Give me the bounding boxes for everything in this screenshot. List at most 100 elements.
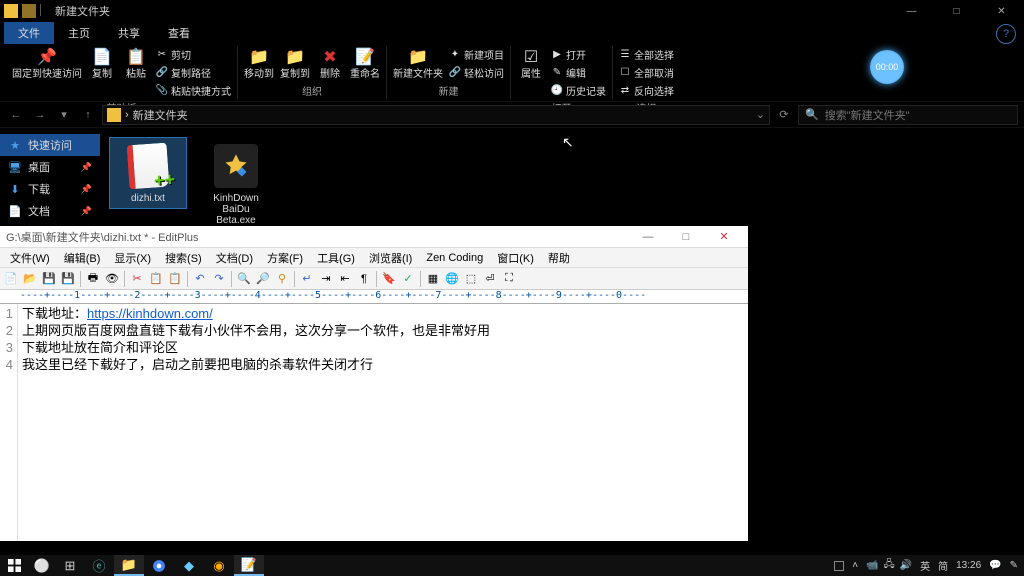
- sidebar-item-desktop[interactable]: 🖥桌面📌: [0, 156, 100, 178]
- copy-button[interactable]: 📄 复制: [88, 46, 116, 80]
- newitem-button[interactable]: ✦新建项目: [449, 46, 504, 63]
- ime-mode[interactable]: 简: [938, 558, 948, 573]
- indent-button[interactable]: ⇥: [317, 270, 335, 288]
- outdent-button[interactable]: ⇤: [336, 270, 354, 288]
- search-input[interactable]: 🔍 搜索"新建文件夹": [798, 105, 1018, 125]
- column-button[interactable]: ▦: [424, 270, 442, 288]
- sidebar-item-downloads[interactable]: ⬇下载📌: [0, 178, 100, 200]
- menu-file[interactable]: 文件(W): [4, 248, 56, 268]
- open-button[interactable]: ▶打开: [551, 46, 606, 63]
- copypath-button[interactable]: 🔗复制路径: [156, 64, 231, 81]
- menu-view[interactable]: 显示(X): [108, 248, 157, 268]
- paste-shortcut-button[interactable]: 📎粘贴快捷方式: [156, 82, 231, 99]
- comment-button[interactable]: ¶: [355, 270, 373, 288]
- wrap-button[interactable]: ↵: [298, 270, 316, 288]
- editor-text[interactable]: 下载地址：https://kinhdown.com/ 上期网页版百度网盘直链下载…: [18, 304, 748, 541]
- start-button[interactable]: [0, 555, 28, 576]
- refresh-button[interactable]: ⟳: [774, 105, 794, 125]
- close-button[interactable]: ✕: [706, 228, 742, 246]
- invert-button[interactable]: ⇄反向选择: [619, 82, 674, 99]
- newfolder-button[interactable]: 📁新建文件夹: [393, 46, 443, 80]
- clock[interactable]: 13:26: [956, 560, 981, 571]
- cut-button[interactable]: ✂剪切: [156, 46, 231, 63]
- replace-button[interactable]: ⚲: [273, 270, 291, 288]
- pen-icon[interactable]: ✎: [1010, 560, 1018, 571]
- tab-home[interactable]: 主页: [54, 22, 104, 44]
- redo-button[interactable]: ↷: [210, 270, 228, 288]
- save-button[interactable]: 💾: [40, 270, 58, 288]
- taskbar-app1[interactable]: ◆: [174, 555, 204, 576]
- menu-zencoding[interactable]: Zen Coding: [420, 250, 489, 266]
- minimize-button[interactable]: —: [630, 228, 666, 246]
- find-button[interactable]: 🔍: [235, 270, 253, 288]
- menu-project[interactable]: 方案(F): [261, 248, 309, 268]
- menu-edit[interactable]: 编辑(B): [58, 248, 107, 268]
- help-button[interactable]: ?: [996, 24, 1016, 44]
- pin-to-quick-button[interactable]: 📌 固定到快速访问: [12, 46, 82, 80]
- hex-button[interactable]: ⬚: [462, 270, 480, 288]
- paste-button[interactable]: 📋 粘贴: [122, 46, 150, 80]
- moveto-button[interactable]: 📁移动到: [244, 46, 274, 80]
- taskview-button[interactable]: ⊞: [56, 555, 84, 576]
- minimize-button[interactable]: —: [889, 0, 934, 22]
- taskbar-edge[interactable]: ⓔ: [84, 555, 114, 576]
- easyaccess-button[interactable]: 🔗轻松访问: [449, 64, 504, 81]
- qat-icon[interactable]: [22, 4, 36, 18]
- breadcrumb[interactable]: 新建文件夹: [133, 107, 188, 123]
- tray-volume-icon[interactable]: 🔊: [900, 560, 912, 571]
- tray-hidden-button[interactable]: [834, 555, 844, 576]
- properties-button[interactable]: ☑属性: [517, 46, 545, 80]
- file-kinhdown-exe[interactable]: KinhDown BaiDu Beta.exe: [198, 138, 274, 230]
- search-button[interactable]: ⚪: [28, 555, 56, 576]
- ime-lang[interactable]: 英: [920, 558, 930, 573]
- menu-window[interactable]: 窗口(K): [491, 248, 540, 268]
- wordwrap-button[interactable]: ⏎: [481, 270, 499, 288]
- history-button[interactable]: 🕘历史记录: [551, 82, 606, 99]
- paste-button[interactable]: 📋: [166, 270, 184, 288]
- selectnone-button[interactable]: ☐全部取消: [619, 64, 674, 81]
- address-bar[interactable]: › 新建文件夹 ⌄: [102, 105, 770, 125]
- nav-back-button[interactable]: ←: [6, 105, 26, 125]
- undo-button[interactable]: ↶: [191, 270, 209, 288]
- nav-up-button[interactable]: ↑: [78, 105, 98, 125]
- taskbar-app2[interactable]: ◉: [204, 555, 234, 576]
- sidebar-item-documents[interactable]: 📄文档📌: [0, 200, 100, 222]
- rename-button[interactable]: 📝重命名: [350, 46, 380, 80]
- tray-camera-icon[interactable]: 📹: [866, 560, 878, 571]
- nav-recent-button[interactable]: ▾: [54, 105, 74, 125]
- spell-button[interactable]: ✓: [399, 270, 417, 288]
- new-file-button[interactable]: 📄: [2, 270, 20, 288]
- edit-button[interactable]: ✎编辑: [551, 64, 606, 81]
- saveall-button[interactable]: 💾: [59, 270, 77, 288]
- action-center-button[interactable]: 💬: [989, 560, 1001, 571]
- sidebar-item-quick[interactable]: ★快速访问: [0, 134, 100, 156]
- recording-indicator[interactable]: 00:00: [870, 50, 904, 84]
- bookmark-button[interactable]: 🔖: [380, 270, 398, 288]
- taskbar-editplus[interactable]: 📝: [234, 555, 264, 576]
- tray-chevron-icon[interactable]: ˄: [852, 560, 858, 571]
- taskbar-explorer[interactable]: 📁: [114, 555, 144, 576]
- browser-button[interactable]: 🌐: [443, 270, 461, 288]
- nav-forward-button[interactable]: →: [30, 105, 50, 125]
- copyto-button[interactable]: 📁复制到: [280, 46, 310, 80]
- tab-file[interactable]: 文件: [4, 22, 54, 44]
- file-dizhi-txt[interactable]: dizhi.txt: [110, 138, 186, 208]
- taskbar-chrome[interactable]: [144, 555, 174, 576]
- menu-browser[interactable]: 浏览器(I): [363, 248, 418, 268]
- chevron-down-icon[interactable]: ⌄: [756, 108, 765, 121]
- selectall-button[interactable]: ☰全部选择: [619, 46, 674, 63]
- preview-button[interactable]: 👁: [103, 270, 121, 288]
- tray-network-icon[interactable]: 🖧: [884, 557, 895, 574]
- menu-help[interactable]: 帮助: [542, 248, 576, 268]
- menu-search[interactable]: 搜索(S): [159, 248, 208, 268]
- copy-button[interactable]: 📋: [147, 270, 165, 288]
- menu-document[interactable]: 文档(D): [210, 248, 259, 268]
- cut-button[interactable]: ✂: [128, 270, 146, 288]
- fullscreen-button[interactable]: ⛶: [500, 270, 518, 288]
- maximize-button[interactable]: □: [934, 0, 979, 22]
- maximize-button[interactable]: □: [668, 228, 704, 246]
- tab-share[interactable]: 共享: [104, 22, 154, 44]
- tab-view[interactable]: 查看: [154, 22, 204, 44]
- findnext-button[interactable]: 🔎: [254, 270, 272, 288]
- open-file-button[interactable]: 📂: [21, 270, 39, 288]
